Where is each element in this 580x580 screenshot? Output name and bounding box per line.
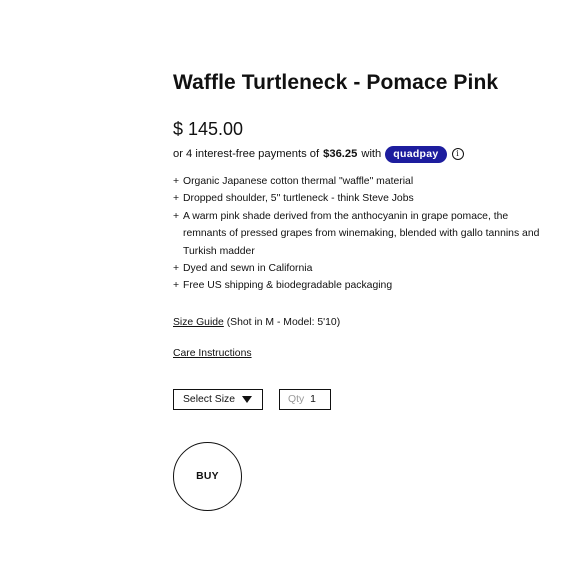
plus-icon: +: [173, 280, 180, 292]
feature-item: + Free US shipping & biodegradable packa…: [173, 277, 553, 294]
installment-amount: $36.25: [323, 148, 358, 160]
plus-icon: +: [173, 210, 180, 222]
plus-icon: +: [173, 176, 180, 187]
quantity-input[interactable]: Qty 1: [279, 388, 331, 410]
care-instructions-link[interactable]: Care Instructions: [173, 348, 252, 359]
feature-item: + Dropped shoulder, 5" turtleneck - thin…: [173, 190, 553, 207]
product-title: Waffle Turtleneck - Pomace Pink: [173, 71, 499, 94]
caret-down-icon: [242, 395, 252, 403]
product-price: $ 145.00: [173, 119, 244, 139]
care-row: Care Instructions: [173, 346, 553, 362]
quadpay-logo[interactable]: quadpay: [385, 145, 447, 163]
feature-text: Dyed and sewn in California: [183, 263, 313, 275]
installment-prefix: or 4 interest-free payments of: [173, 148, 320, 160]
plus-icon: +: [173, 193, 180, 205]
quantity-label: Qty: [288, 393, 305, 405]
quantity-value: 1: [310, 393, 316, 405]
feature-item: + A warm pink shade derived from the ant…: [173, 208, 553, 260]
purchase-options: Select Size Qty 1: [173, 388, 553, 410]
buy-button[interactable]: BUY: [173, 441, 242, 511]
installment-suffix: with: [361, 148, 382, 160]
feature-text: Free US shipping & biodegradable packagi…: [183, 280, 393, 292]
size-select-label: Select Size: [183, 393, 235, 405]
feature-text: Organic Japanese cotton thermal "waffle"…: [183, 176, 414, 187]
feature-list: + Organic Japanese cotton thermal "waffl…: [173, 173, 553, 295]
plus-icon: +: [173, 263, 180, 275]
size-select[interactable]: Select Size: [173, 388, 263, 410]
feature-item: + Dyed and sewn in California: [173, 260, 553, 277]
size-guide-row: Size Guide (Shot in M - Model: 5'10): [173, 315, 553, 331]
size-guide-note: (Shot in M - Model: 5'10): [226, 316, 341, 328]
installment-info: or 4 interest-free payments of $36.25 wi…: [173, 144, 553, 164]
feature-text: A warm pink shade derived from the antho…: [183, 210, 540, 257]
feature-text: Dropped shoulder, 5" turtleneck - think …: [183, 193, 414, 205]
feature-item: + Organic Japanese cotton thermal "waffl…: [173, 173, 553, 190]
info-icon[interactable]: i: [451, 148, 464, 160]
product-details: Waffle Turtleneck - Pomace Pink $ 145.00…: [173, 68, 553, 511]
size-guide-link[interactable]: Size Guide: [173, 317, 224, 328]
